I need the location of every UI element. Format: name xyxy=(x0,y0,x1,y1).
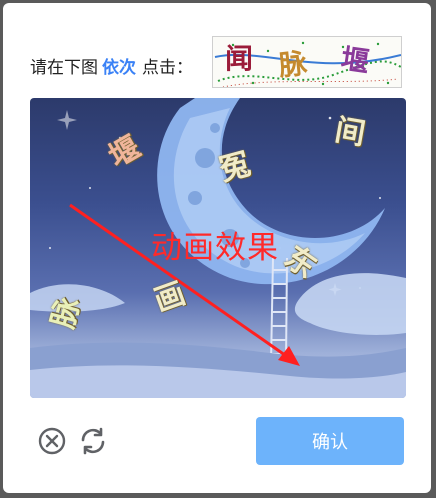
annotation-label: 动画效果 xyxy=(151,230,279,266)
captcha-prompt: 请在下图 依次 点击： xyxy=(30,53,193,78)
target-characters-image: 闻 脉 堰 xyxy=(212,36,402,88)
captcha-dialog: 请在下图 依次 点击： 闻 脉 堰 堰 冤 间 东 画 脉 动画效果 确认 xyxy=(3,3,431,493)
captcha-click-image[interactable]: 堰 冤 间 东 画 脉 动画效果 xyxy=(30,98,406,398)
prompt-highlight: 依次 xyxy=(102,58,136,78)
close-button[interactable] xyxy=(37,426,67,456)
close-circle-icon xyxy=(38,427,66,455)
refresh-button[interactable] xyxy=(78,426,108,456)
prompt-suffix: 点击： xyxy=(142,58,193,78)
refresh-icon xyxy=(81,427,105,455)
captcha-char-3[interactable]: 间 xyxy=(332,113,368,153)
target-char-1: 闻 xyxy=(225,42,254,75)
target-char-3: 堰 xyxy=(338,42,372,79)
prompt-prefix: 请在下图 xyxy=(30,58,98,78)
target-char-2: 脉 xyxy=(277,46,309,83)
confirm-button[interactable]: 确认 xyxy=(256,417,404,465)
